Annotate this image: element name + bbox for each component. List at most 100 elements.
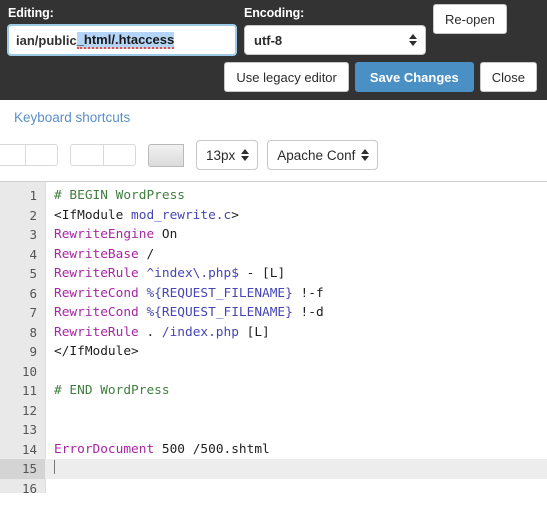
- code-token: /: [146, 246, 155, 262]
- code-token: /500.shtml: [192, 441, 270, 457]
- line-number: 2: [29, 207, 37, 223]
- keyboard-shortcuts-row: Keyboard shortcuts: [0, 100, 547, 127]
- code-line-text[interactable]: </IfModule>: [45, 342, 547, 362]
- close-button[interactable]: Close: [479, 62, 537, 92]
- undo-redo-button-group: [0, 144, 58, 166]
- code-line-row[interactable]: 13: [0, 420, 547, 440]
- fullscreen-icon[interactable]: [148, 143, 184, 167]
- line-number: 4: [29, 246, 37, 262]
- file-path-unselected-text: ian/public: [16, 32, 77, 48]
- code-line-row[interactable]: 10: [0, 362, 547, 382]
- line-number: 13: [21, 422, 37, 437]
- encoding-row: utf-8: [244, 25, 426, 55]
- code-line-text[interactable]: RewriteCond %{REQUEST_FILENAME} !-f: [45, 284, 547, 304]
- code-line-text[interactable]: ErrorDocument 500 /500.shtml: [45, 440, 547, 460]
- code-line-row[interactable]: 12: [0, 401, 547, 421]
- keyboard-shortcuts-link[interactable]: Keyboard shortcuts: [14, 110, 130, 125]
- find-replace-button-group: [70, 144, 136, 166]
- line-number: 16: [21, 480, 37, 494]
- code-token: <IfModule: [54, 207, 132, 223]
- header-fields-row: Editing: ian/public _html/.htaccess Encod…: [7, 4, 539, 56]
- redo-icon[interactable]: [25, 144, 58, 166]
- code-token: RewriteCond: [54, 305, 147, 320]
- code-token: .: [146, 324, 162, 340]
- line-number: 3: [29, 227, 37, 242]
- file-path-input[interactable]: ian/public _html/.htaccess: [7, 24, 237, 56]
- line-number: 8: [29, 324, 37, 340]
- chevron-updown-icon: [360, 147, 369, 163]
- encoding-select[interactable]: utf-8: [244, 25, 426, 55]
- code-line-row[interactable]: 5 RewriteRule ^index\.php$ - [L]: [0, 264, 547, 284]
- code-line-text[interactable]: RewriteRule ^index\.php$ - [L]: [45, 264, 547, 284]
- font-size-select[interactable]: 13px: [196, 140, 259, 170]
- code-token: # END WordPress: [54, 383, 170, 398]
- code-token: # BEGIN WordPress: [54, 188, 185, 203]
- text-cursor: [54, 460, 55, 474]
- code-editor[interactable]: 1 # BEGIN WordPress 2 <IfModule mod_rewrite…: [0, 181, 547, 493]
- editor-toolbar: 13px Apache Conf: [0, 127, 547, 181]
- line-number: 1: [29, 188, 37, 203]
- code-line-text[interactable]: [45, 479, 547, 494]
- find-icon[interactable]: [70, 144, 103, 166]
- fullscreen-button-group: [148, 143, 184, 167]
- save-changes-button[interactable]: Save Changes: [354, 62, 474, 92]
- line-number: 7: [29, 305, 37, 320]
- code-line-row[interactable]: 6 RewriteCond %{REQUEST_FILENAME} !-f: [0, 284, 547, 304]
- chevron-updown-icon: [240, 147, 249, 163]
- code-token: ErrorDocument: [54, 441, 162, 457]
- line-number: 6: [29, 285, 37, 301]
- code-line-text[interactable]: RewriteRule . /index.php [L]: [45, 323, 547, 343]
- file-path-selected-text: _html/.htaccess: [76, 31, 175, 49]
- chevron-updown-icon: [408, 32, 417, 48]
- code-token: [L]: [262, 266, 286, 281]
- code-line-row[interactable]: 8 RewriteRule . /index.php [L]: [0, 323, 547, 343]
- code-line-row[interactable]: 7 RewriteCond %{REQUEST_FILENAME} !-d: [0, 303, 547, 323]
- encoding-select-value: utf-8: [254, 32, 283, 48]
- code-line-row[interactable]: 16: [0, 479, 547, 494]
- code-line-row[interactable]: 11 # END WordPress: [0, 381, 547, 401]
- code-token: ^index\.php$: [146, 266, 239, 281]
- code-line-row[interactable]: 14 ErrorDocument 500 /500.shtml: [0, 440, 547, 460]
- editor-header-bar: Editing: ian/public _html/.htaccess Encod…: [0, 0, 547, 100]
- code-line-text[interactable]: [45, 362, 547, 382]
- editing-field-group: Editing: ian/public _html/.htaccess: [7, 4, 237, 56]
- code-line-text[interactable]: RewriteCond %{REQUEST_FILENAME} !-d: [45, 303, 547, 323]
- toolbar-area: Keyboard shortcuts 13px Apache Conf: [0, 100, 547, 181]
- line-number: 14: [21, 441, 37, 457]
- code-token: !-f: [292, 285, 324, 301]
- code-line-text[interactable]: RewriteEngine On: [45, 225, 547, 245]
- code-line-row[interactable]: 4 RewriteBase /: [0, 245, 547, 265]
- code-line-row[interactable]: 15: [0, 459, 547, 479]
- code-token: >: [231, 207, 239, 223]
- code-line-text[interactable]: # END WordPress: [45, 381, 547, 401]
- code-lines-container[interactable]: 1 # BEGIN WordPress 2 <IfModule mod_rewrite…: [0, 182, 547, 493]
- line-number: 11: [21, 383, 37, 398]
- undo-icon[interactable]: [0, 144, 25, 166]
- code-token: RewriteCond: [54, 285, 147, 301]
- header-actions-row: Use legacy editor Save Changes Close: [8, 62, 539, 92]
- code-token: /index.php: [161, 324, 239, 340]
- code-token: %{REQUEST_FILENAME}: [146, 305, 293, 320]
- code-token: RewriteEngine: [54, 227, 162, 242]
- code-line-text[interactable]: [45, 401, 547, 421]
- code-line-text[interactable]: <IfModule mod_rewrite.c>: [45, 206, 547, 226]
- code-line-text[interactable]: # BEGIN WordPress: [45, 186, 547, 206]
- code-token: !-d: [292, 305, 324, 320]
- use-legacy-editor-button[interactable]: Use legacy editor: [224, 62, 349, 92]
- code-line-row[interactable]: 2 <IfModule mod_rewrite.c>: [0, 206, 547, 226]
- code-token: On: [161, 227, 178, 242]
- code-line-text[interactable]: RewriteBase /: [45, 245, 547, 265]
- code-token: RewriteRule: [54, 266, 147, 281]
- replace-icon[interactable]: [103, 144, 136, 166]
- syntax-mode-select[interactable]: Apache Conf: [267, 140, 379, 170]
- code-token: 500: [161, 441, 193, 457]
- code-line-text[interactable]: [45, 420, 547, 440]
- code-line-row[interactable]: 1 # BEGIN WordPress: [0, 186, 547, 206]
- syntax-mode-value: Apache Conf: [277, 147, 356, 163]
- code-line-row[interactable]: 9 </IfModule>: [0, 342, 547, 362]
- code-line-row[interactable]: 3 RewriteEngine On: [0, 225, 547, 245]
- line-number: 9: [29, 344, 37, 359]
- code-token: RewriteBase: [54, 246, 147, 262]
- reopen-button[interactable]: Re-open: [433, 4, 507, 34]
- code-line-text[interactable]: [45, 459, 547, 479]
